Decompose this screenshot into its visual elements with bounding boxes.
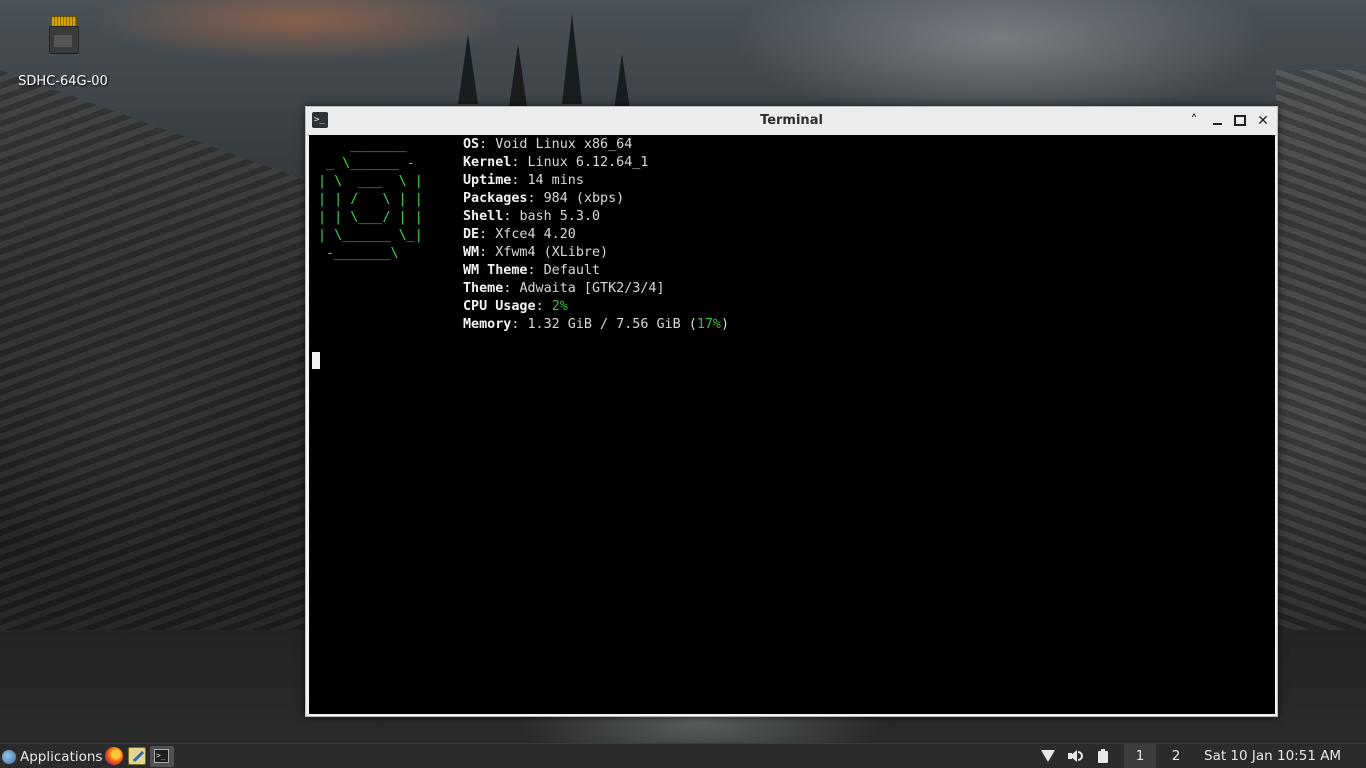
sd-card-icon <box>49 16 79 54</box>
terminal-output[interactable]: _______ _ \______ - | \ ___ \ | | | / \ … <box>309 135 1275 714</box>
distro-ascii-logo: _______ _ \______ - | \ ___ \ | | | / \ … <box>318 138 423 261</box>
info-value: Void Linux x86_64 <box>495 137 633 152</box>
info-line-packages: Packages: 984 (xbps) <box>463 191 625 206</box>
info-line-memory: Memory: 1.32 GiB / 7.56 GiB (17%) <box>463 317 730 332</box>
battery-icon[interactable] <box>1095 748 1111 764</box>
workspace-1-button[interactable]: 1 <box>1124 744 1156 768</box>
wallpaper-roof-right <box>1276 70 1366 630</box>
workspace-2-button[interactable]: 2 <box>1160 744 1192 768</box>
info-key: Shell <box>463 209 504 224</box>
info-line-de: DE: Xfce4 4.20 <box>463 227 576 242</box>
info-key: CPU Usage <box>463 299 536 314</box>
memory-percent: 17% <box>696 317 721 332</box>
applications-label: Applications <box>20 748 103 765</box>
info-line-wm-theme: WM Theme: Default <box>463 263 601 278</box>
info-value: 14 mins <box>527 173 584 188</box>
info-key: WM <box>463 245 480 260</box>
info-value: 1.32 GiB / 7.56 GiB ( <box>527 317 697 332</box>
maximize-button[interactable] <box>1230 111 1250 131</box>
info-key: OS <box>463 137 480 152</box>
info-key: Kernel <box>463 155 512 170</box>
minimize-icon <box>1212 123 1222 125</box>
wallpaper-tree <box>458 34 478 104</box>
info-line-kernel: Kernel: Linux 6.12.64_1 <box>463 155 649 170</box>
wallpaper-tree <box>508 44 528 114</box>
terminal-taskbar-button[interactable]: >_ <box>150 746 174 767</box>
info-value: 2% <box>551 299 568 314</box>
window-title: Terminal <box>760 113 823 128</box>
minimize-button[interactable] <box>1207 111 1227 131</box>
close-button[interactable]: ✕ <box>1253 111 1273 131</box>
info-key: Theme <box>463 281 504 296</box>
info-value: Adwaita [GTK2/3/4] <box>519 281 665 296</box>
info-line-wm: WM: Xfwm4 (XLibre) <box>463 245 609 260</box>
info-value: Default <box>543 263 601 278</box>
info-value: Xfwm4 (XLibre) <box>495 245 609 260</box>
info-line-shell: Shell: bash 5.3.0 <box>463 209 601 224</box>
terminal-cursor <box>312 352 320 369</box>
volume-icon[interactable] <box>1067 748 1083 764</box>
info-line-theme: Theme: Adwaita [GTK2/3/4] <box>463 281 665 296</box>
firefox-icon[interactable] <box>105 747 123 765</box>
desktop-icon-label: SDHC-64G-00 <box>18 74 108 89</box>
system-info: OS: Void Linux x86_64 Kernel: Linux 6.12… <box>463 136 729 334</box>
info-value: Linux 6.12.64_1 <box>527 155 649 170</box>
info-line-uptime: Uptime: 14 mins <box>463 173 584 188</box>
info-value: bash 5.3.0 <box>519 209 601 224</box>
info-value: 984 (xbps) <box>543 191 625 206</box>
window-titlebar[interactable]: >_ Terminal ˄ ✕ <box>306 107 1277 136</box>
wifi-icon[interactable] <box>1040 748 1056 764</box>
wallpaper-roof-left <box>0 70 310 630</box>
info-key: Memory <box>463 317 512 332</box>
info-value: Xfce4 4.20 <box>495 227 576 242</box>
xfce-logo-icon <box>2 749 16 764</box>
close-icon: ✕ <box>1257 113 1269 129</box>
info-key: DE <box>463 227 480 242</box>
info-key: Uptime <box>463 173 512 188</box>
info-key: WM Theme <box>463 263 528 278</box>
shade-button[interactable]: ˄ <box>1184 111 1204 131</box>
terminal-window: >_ Terminal ˄ ✕ _______ _ \______ - | \ … <box>305 106 1278 717</box>
desktop-icon-sdcard[interactable]: SDHC-64G-00 <box>10 16 116 89</box>
applications-menu-button[interactable]: Applications <box>2 746 102 767</box>
text-editor-icon[interactable] <box>128 747 146 765</box>
clock[interactable]: Sat 10 Jan 10:51 AM <box>1204 744 1341 768</box>
wallpaper-tree <box>562 14 582 104</box>
terminal-icon: >_ <box>154 749 169 763</box>
taskbar: Applications >_ 1 2 Sat 10 Jan 10:51 AM <box>0 743 1366 768</box>
info-line-os: OS: Void Linux x86_64 <box>463 137 633 152</box>
maximize-icon <box>1234 114 1246 126</box>
info-line-cpu: CPU Usage: 2% <box>463 299 568 314</box>
shade-icon: ˄ <box>1190 113 1198 129</box>
info-key: Packages <box>463 191 528 206</box>
